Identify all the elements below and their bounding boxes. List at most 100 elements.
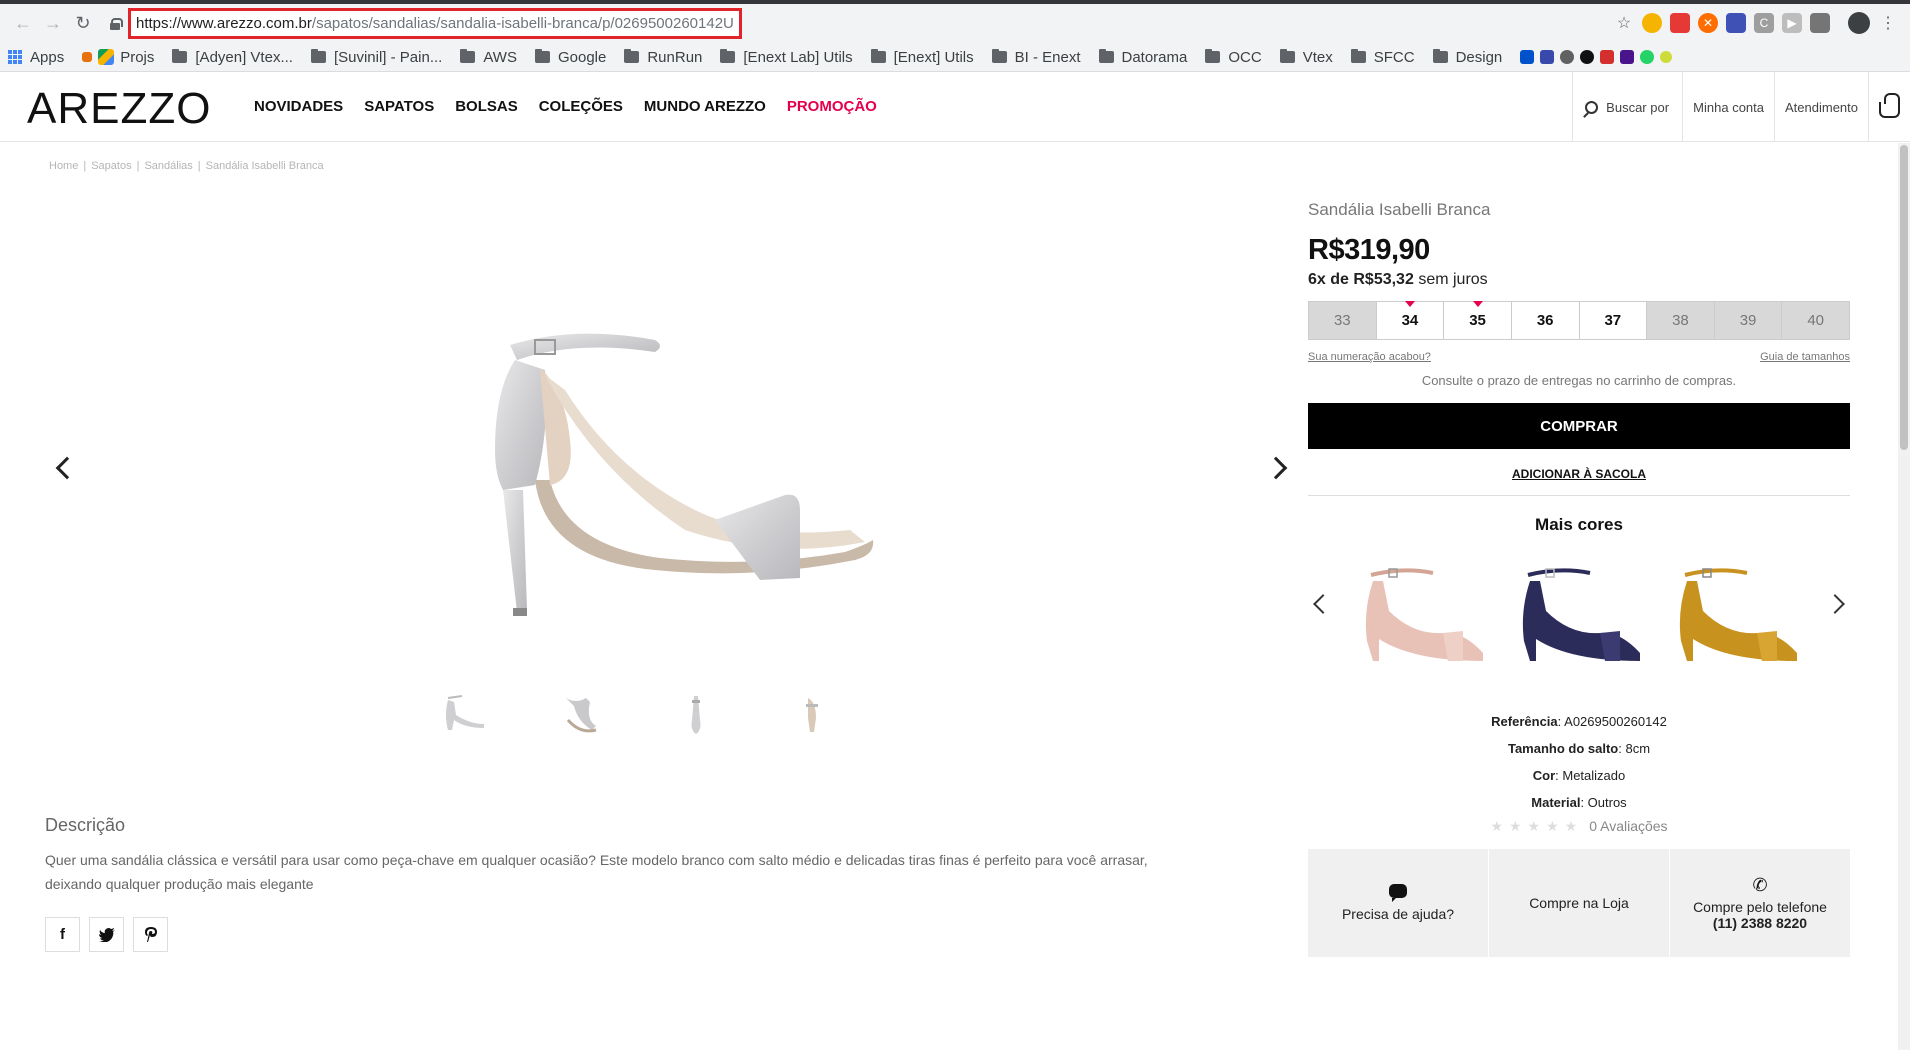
need-help-box[interactable]: Precisa de ajuda? xyxy=(1308,849,1489,957)
breadcrumb-sapatos[interactable]: Sapatos xyxy=(91,160,131,172)
reload-icon[interactable]: ↻ xyxy=(68,9,98,39)
page-scrollbar[interactable] xyxy=(1898,143,1910,1050)
bookmark-apps[interactable]: Apps xyxy=(8,49,64,66)
size-guide-link[interactable]: Guia de tamanhos xyxy=(1760,351,1850,363)
color-variant-nude[interactable] xyxy=(1353,561,1488,681)
bookmark-folder[interactable]: OCC xyxy=(1205,49,1262,66)
buy-in-store-box[interactable]: Compre na Loja xyxy=(1489,849,1670,957)
bookmark-star-icon[interactable]: ☆ xyxy=(1614,13,1634,33)
nav-colecoes[interactable]: COLEÇÕES xyxy=(539,98,623,115)
cart-button[interactable] xyxy=(1868,72,1910,142)
thumbnail-1[interactable] xyxy=(440,690,488,738)
buy-button[interactable]: COMPRAR xyxy=(1308,403,1850,449)
bookmark-folder[interactable]: Vtex xyxy=(1279,49,1333,66)
scrollbar-thumb[interactable] xyxy=(1900,145,1908,450)
pinterest-icon[interactable] xyxy=(133,917,168,952)
nav-sapatos[interactable]: SAPATOS xyxy=(364,98,434,115)
color-variant-mustard[interactable] xyxy=(1667,561,1802,681)
nav-bolsas[interactable]: BOLSAS xyxy=(455,98,518,115)
extension-cookie-icon[interactable] xyxy=(1642,13,1662,33)
size-option-36[interactable]: 36 xyxy=(1511,302,1580,339)
url-highlight[interactable]: https://www.arezzo.com.br/sapatos/sandal… xyxy=(128,8,742,39)
folder-icon xyxy=(1098,49,1114,63)
size-option-33[interactable]: 33 xyxy=(1309,302,1377,339)
add-to-bag-link[interactable]: ADICIONAR À SACOLA xyxy=(1308,467,1850,481)
address-bar[interactable]: https://www.arezzo.com.br/sapatos/sandal… xyxy=(110,8,742,39)
nav-novidades[interactable]: NOVIDADES xyxy=(254,98,343,115)
extension-c-icon[interactable]: C xyxy=(1754,13,1774,33)
bookmark-folder[interactable]: [Enext] Utils xyxy=(870,49,974,66)
size-option-38[interactable]: 38 xyxy=(1647,302,1715,339)
slack-icon xyxy=(1620,50,1635,64)
size-selector: 33 34 35 36 37 38 39 40 xyxy=(1308,301,1850,340)
product-name: Sandália Isabelli Branca xyxy=(1308,200,1491,219)
description-title: Descrição xyxy=(45,815,126,835)
colors-prev-arrow-icon[interactable] xyxy=(1313,594,1333,614)
size-option-40[interactable]: 40 xyxy=(1782,302,1849,339)
spec-label: Cor xyxy=(1532,768,1556,783)
thumbnail-4[interactable] xyxy=(788,690,836,738)
spec-value: Outros xyxy=(1587,795,1627,810)
thumbnail-3[interactable] xyxy=(672,690,720,738)
bookmark-folder[interactable]: Google xyxy=(534,49,606,66)
gallery-prev-arrow-icon[interactable] xyxy=(55,456,79,480)
color-variant-navy[interactable] xyxy=(1510,561,1645,681)
colors-next-arrow-icon[interactable] xyxy=(1825,594,1845,614)
brand-logo[interactable]: AREZZO xyxy=(27,84,211,134)
extension-pen-icon[interactable] xyxy=(1726,13,1746,33)
size-option-37[interactable]: 37 xyxy=(1579,302,1648,339)
search-button[interactable]: Buscar por xyxy=(1572,72,1682,142)
phone-number: (11) 2388 8220 xyxy=(1712,915,1808,931)
shipping-note: Consulte o prazo de entregas no carrinho… xyxy=(1421,373,1737,388)
extension-x-icon[interactable]: ✕ xyxy=(1698,13,1718,33)
bookmark-folder[interactable]: [Adyen] Vtex... xyxy=(172,49,293,66)
account-link[interactable]: Minha conta xyxy=(1682,72,1774,142)
bookmark-folder[interactable]: AWS xyxy=(460,49,517,66)
product-main-image xyxy=(495,333,874,616)
whatsapp-icon xyxy=(1640,50,1655,64)
facebook-icon[interactable]: f xyxy=(45,917,80,952)
buy-by-phone-box[interactable]: ✆ Compre pelo telefone (11) 2388 8220 xyxy=(1670,849,1850,957)
spec-color: Cor: Metalizado xyxy=(1532,768,1626,783)
bookmark-folder[interactable]: BI - Enext xyxy=(991,49,1081,66)
product-price: R$319,90 xyxy=(1308,234,1430,266)
size-option-39[interactable]: 39 xyxy=(1714,302,1783,339)
breadcrumb-home[interactable]: Home xyxy=(49,160,78,172)
thumbnail-2[interactable] xyxy=(556,690,604,738)
bookmark-folder[interactable]: Datorama xyxy=(1098,49,1187,66)
extensions-bar: ☆ ✕ C ▶ ⋮ xyxy=(1614,12,1898,34)
size-out-link[interactable]: Sua numeração acabou? xyxy=(1308,351,1431,363)
nav-promocao[interactable]: PROMOÇÃO xyxy=(787,98,877,115)
breadcrumb: Home | Sapatos | Sandálias | Sandália Isabelli… xyxy=(49,160,324,172)
extension-play-icon[interactable]: ▶ xyxy=(1782,13,1802,33)
folder-icon xyxy=(1279,49,1295,63)
need-help-label: Precisa de ajuda? xyxy=(1341,906,1455,922)
support-link[interactable]: Atendimento xyxy=(1774,72,1868,142)
forward-icon[interactable]: → xyxy=(38,9,68,39)
nav-mundo-arezzo[interactable]: MUNDO AREZZO xyxy=(644,98,766,115)
bookmark-folder[interactable]: Design xyxy=(1432,49,1502,66)
bookmark-folder[interactable]: RunRun xyxy=(624,49,702,66)
size-option-35[interactable]: 35 xyxy=(1444,301,1512,339)
buy-by-phone-label: Compre pelo telefone xyxy=(1693,899,1827,915)
menu-kebab-icon[interactable]: ⋮ xyxy=(1878,13,1898,33)
profile-avatar-icon[interactable] xyxy=(1848,12,1870,34)
bookmark-folder[interactable]: SFCC xyxy=(1350,49,1415,66)
breadcrumb-sandalias[interactable]: Sandálias xyxy=(144,160,192,172)
gallery-next-arrow-icon[interactable] xyxy=(1264,456,1288,480)
more-colors-title: Mais cores xyxy=(1535,515,1623,534)
bookmark-projs[interactable]: Projs xyxy=(82,49,154,66)
extension-grid-icon[interactable] xyxy=(1810,13,1830,33)
extension-shield-icon[interactable] xyxy=(1670,13,1690,33)
bookmark-folder[interactable]: [Suvinil] - Pain... xyxy=(310,49,442,66)
size-option-34[interactable]: 34 xyxy=(1376,301,1445,339)
twitter-icon[interactable] xyxy=(89,917,124,952)
bookmark-extras[interactable] xyxy=(1520,50,1678,64)
rating[interactable]: ★★★★★ 0 Avaliações xyxy=(1308,818,1850,835)
back-icon[interactable]: ← xyxy=(8,9,38,39)
pinned-bookmark-icon xyxy=(1600,50,1615,64)
folder-icon xyxy=(1350,49,1366,63)
thumbnail-strip xyxy=(440,690,836,738)
bookmark-folder[interactable]: [Enext Lab] Utils xyxy=(720,49,853,66)
spec-heel: Tamanho do salto: 8cm xyxy=(1507,741,1651,756)
